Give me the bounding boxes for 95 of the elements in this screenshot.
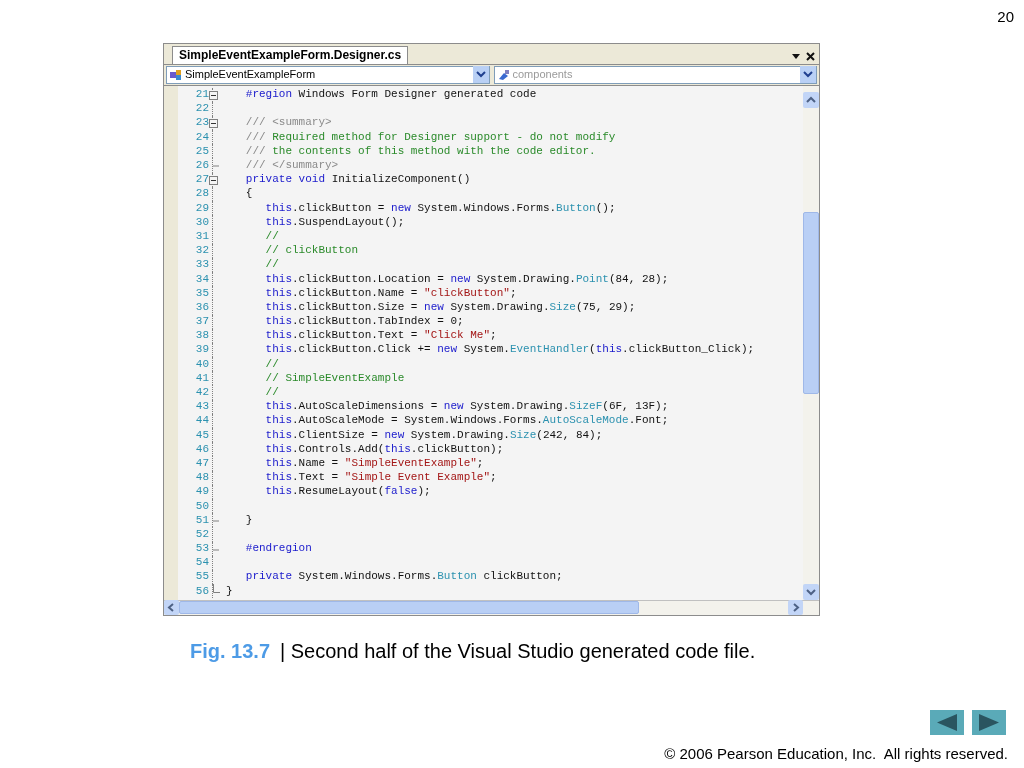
code-line: // [264,358,279,370]
code-line: /// Required method for Designer support - do not modify [244,131,616,143]
code-line: /// the contents of this method with the code editor. [244,145,596,157]
line-number: 25 [194,145,210,157]
code-line: // [264,387,279,399]
chevron-down-icon[interactable] [800,66,816,83]
code-line: this.clickButton.Location = new System.Drawing.Point(84, 28); [264,273,669,285]
scroll-left-icon[interactable] [164,600,179,615]
code-line: // [264,259,279,271]
line-number: 53 [194,543,210,555]
code-line: this.clickButton.Size = new System.Drawing.Size(75, 29); [264,301,636,313]
line-number: 40 [194,358,210,370]
line-number: 36 [194,301,210,313]
scroll-up-icon[interactable] [803,91,819,108]
line-number: 26 [194,160,210,172]
code-line: private void InitializeComponent() [244,174,471,186]
slide-number: 20 [997,7,1014,27]
code-line: this.clickButton = new System.Windows.Forms.Button(); [264,202,616,214]
code-line: { [244,188,253,200]
line-number: 22 [194,103,210,115]
field-icon [496,68,511,81]
line-number: 44 [194,415,210,427]
code-line: this.ClientSize = new System.Drawing.Size(242, 84); [264,429,603,441]
code-line: this.clickButton.Click += new System.EventHandler(this.clickButton_Click); [264,344,755,356]
line-number: 29 [194,202,210,214]
close-icon[interactable] [806,51,815,61]
line-number: 47 [194,457,210,469]
line-number: 43 [194,401,210,413]
line-number: 21 [194,89,210,101]
file-tab[interactable]: SimpleEventExampleForm.Designer.cs [172,45,409,64]
line-number: 31 [194,230,210,242]
fold-end-icon [213,584,220,594]
line-number: 34 [194,273,210,285]
line-number: 33 [194,259,210,271]
code-line: } [226,585,233,597]
line-number: 51 [194,514,210,526]
code-line: this.clickButton.Name = "clickButton"; [264,287,517,299]
line-number: 54 [194,557,210,569]
line-number: 37 [194,316,210,328]
line-number: 42 [194,387,210,399]
line-number: 56 [194,585,210,597]
line-number: 35 [194,287,210,299]
line-number: 39 [194,344,210,356]
code-line: this.SuspendLayout(); [264,216,405,228]
line-number: 48 [194,472,210,484]
code-line: // [264,230,279,242]
code-line: } [244,514,253,526]
line-number: 30 [194,216,210,228]
vertical-scrollbar[interactable] [803,85,819,600]
code-line: this.clickButton.TabIndex = 0; [264,316,464,328]
code-line: // clickButton [264,245,359,257]
line-number: 32 [194,245,210,257]
line-number: 50 [194,500,210,512]
code-line: #region Windows Form Designer generated code [244,89,537,101]
scroll-thumb[interactable] [179,601,639,614]
collapse-icon[interactable] [209,175,218,185]
next-slide-button[interactable] [972,710,1006,735]
code-line: this.ResumeLayout(false); [264,486,431,498]
triangle-right-icon [979,714,999,731]
dropdown-arrow-icon[interactable] [792,53,800,59]
scroll-down-icon[interactable] [803,583,819,600]
line-number: 55 [194,571,210,583]
code-line: /// <summary> [244,117,332,129]
code-line: this.Text = "Simple Event Example"; [264,472,497,484]
code-line: // SimpleEventExample [264,372,405,384]
line-number: 46 [194,443,210,455]
code-line: this.AutoScaleMode = System.Windows.Forms.AutoScaleMode.Font; [264,415,669,427]
code-line: private System.Windows.Forms.Button clickButton; [244,571,563,583]
code-line: this.Name = "SimpleEventExample"; [264,457,484,469]
figure-caption: | Second half of the Visual Studio generated code file. [280,638,756,664]
code-line: #endregion [244,543,312,555]
previous-slide-button[interactable] [930,710,964,735]
figure-label: Fig. 13.7 [190,638,271,664]
collapse-icon[interactable] [209,118,218,128]
class-icon [169,68,183,81]
code-line: /// </summary> [244,160,339,172]
line-number: 52 [194,528,210,540]
chevron-down-icon[interactable] [472,66,489,83]
line-number: 38 [194,330,210,342]
code-line: this.clickButton.Text = "Click Me"; [264,330,497,342]
collapse-icon[interactable] [209,90,218,100]
scroll-right-icon[interactable] [788,600,803,615]
line-number: 23 [194,117,210,129]
copyright-notice: © 2006 Pearson Education, Inc. All rights reserved. [664,745,1008,762]
code-line: this.AutoScaleDimensions = new System.Drawing.SizeF(6F, 13F); [264,401,669,413]
line-number: 28 [194,188,210,200]
line-number: 49 [194,486,210,498]
line-number: 45 [194,429,210,441]
triangle-left-icon [937,714,957,731]
line-number: 24 [194,131,210,143]
line-number: 27 [194,174,210,186]
scroll-thumb[interactable] [803,211,819,394]
line-number: 41 [194,372,210,384]
code-line: this.Controls.Add(this.clickButton); [264,443,504,455]
class-dropdown[interactable]: SimpleEventExampleForm [166,65,490,84]
